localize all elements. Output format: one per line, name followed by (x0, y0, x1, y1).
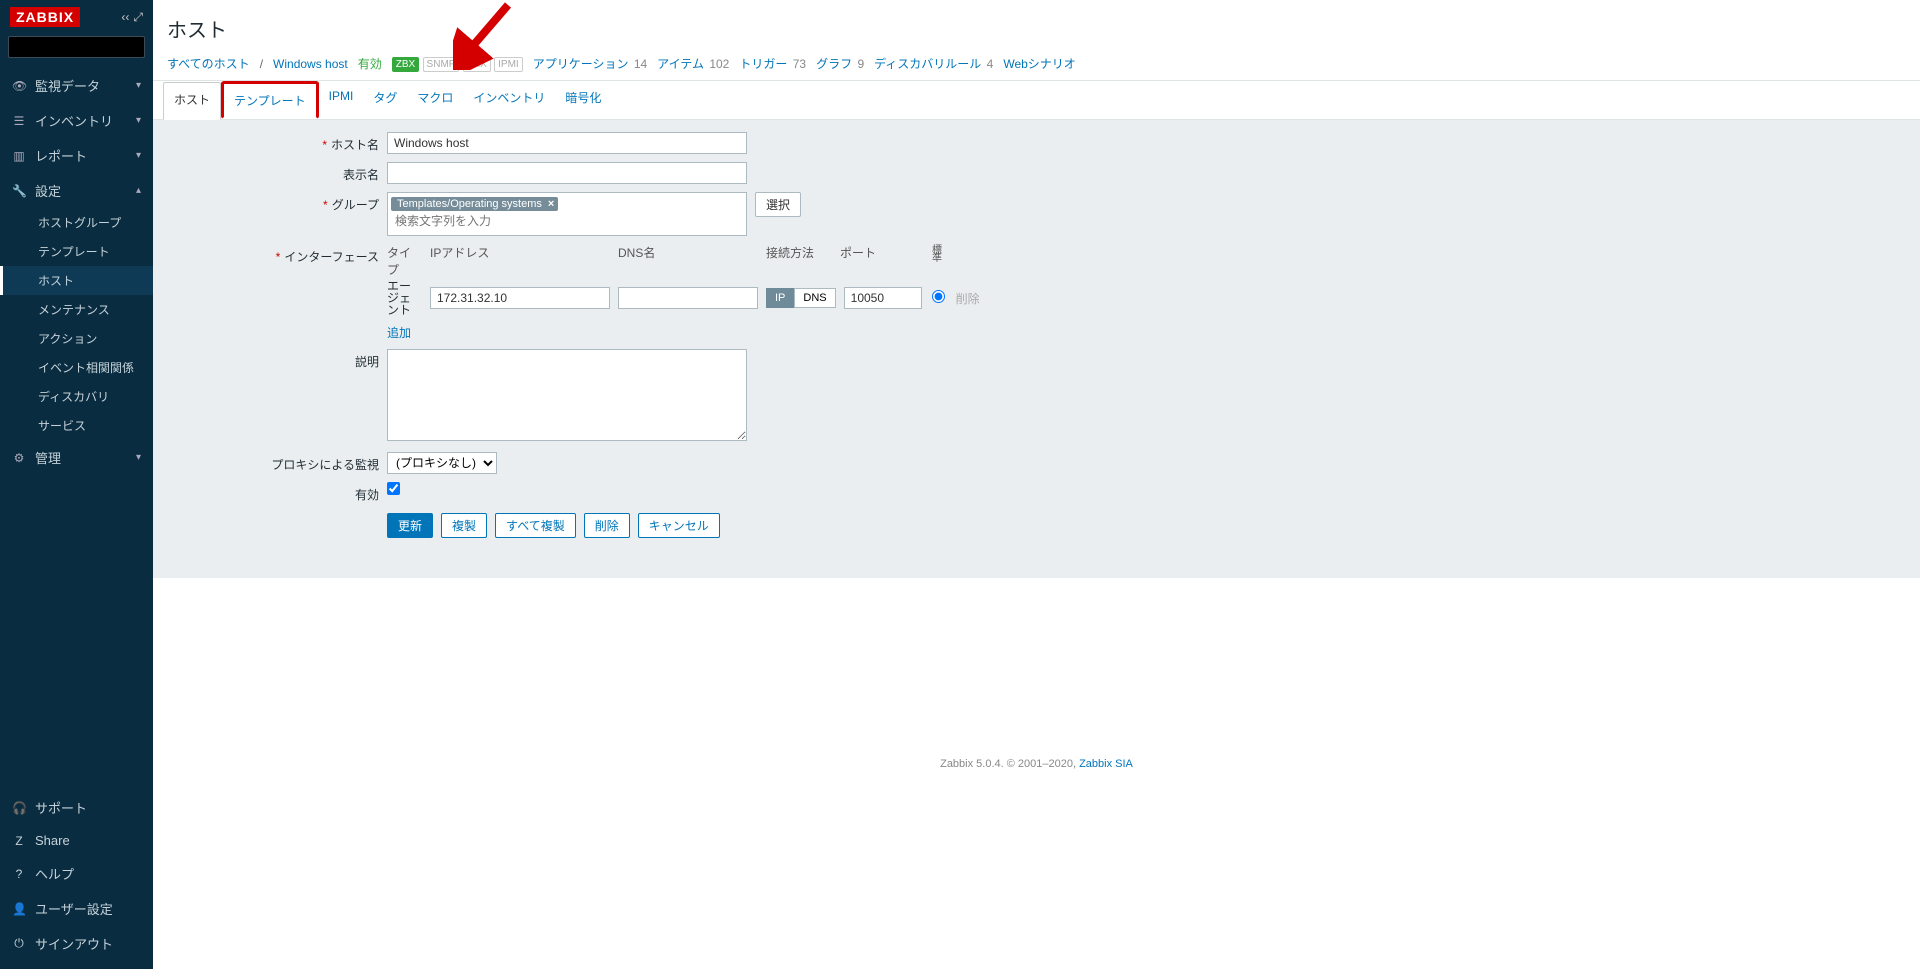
proxy-select[interactable]: (プロキシなし) (387, 452, 497, 474)
subnav-templates[interactable]: テンプレート (0, 237, 153, 266)
ifhead-conn: 接続方法 (766, 244, 832, 278)
conn-dns-button[interactable]: DNS (794, 288, 835, 308)
group-chip[interactable]: Templates/Operating systems× (391, 197, 558, 211)
eye-icon: 👁 (12, 79, 26, 93)
interface-add-link[interactable]: 追加 (387, 326, 411, 340)
tab-templates[interactable]: テンプレート (221, 81, 319, 119)
power-icon: ⏻ (12, 936, 26, 951)
tab-ipmi[interactable]: IPMI (319, 81, 364, 119)
collapse-icon[interactable]: ‹‹ (121, 10, 129, 25)
subnav-hosts[interactable]: ホスト (0, 266, 153, 295)
main-content: ホスト すべてのホスト / Windows host 有効 ZBX SNMP J… (153, 0, 1920, 969)
breadcrumb-bar: すべてのホスト / Windows host 有効 ZBX SNMP JMX I… (153, 51, 1920, 81)
ifhead-port: ポート (840, 244, 918, 278)
groups-multiselect[interactable]: Templates/Operating systems× (387, 192, 747, 236)
interface-agent-label: エージェント (387, 280, 422, 316)
hostname-label: ホスト名 (167, 132, 387, 153)
description-textarea[interactable] (387, 349, 747, 441)
nav-graphs[interactable]: グラフ (816, 57, 852, 71)
interface-row: エージェント IP DNS 削除 (387, 280, 980, 316)
subnav-discovery[interactable]: ディスカバリ (0, 382, 153, 411)
subnav-correlation[interactable]: イベント相関関係 (0, 353, 153, 382)
ifhead-default: 標準 (928, 244, 943, 260)
tab-macros[interactable]: マクロ (407, 81, 463, 119)
chart-icon: ▥ (12, 149, 26, 163)
enabled-checkbox[interactable] (387, 482, 400, 495)
user-icon: 👤 (12, 902, 26, 916)
ifhead-type: タイプ (387, 244, 422, 278)
status-enabled: 有効 (358, 55, 382, 72)
tab-encryption[interactable]: 暗号化 (555, 81, 611, 119)
groups-label: グループ (167, 192, 387, 213)
subnav-services[interactable]: サービス (0, 411, 153, 440)
headset-icon: 🎧 (12, 801, 26, 815)
footer-support[interactable]: 🎧サポート (0, 790, 153, 825)
subnav-maintenance[interactable]: メンテナンス (0, 295, 153, 324)
conn-ip-button[interactable]: IP (766, 288, 794, 308)
tabs: ホスト テンプレート IPMI タグ マクロ インベントリ 暗号化 (153, 81, 1920, 119)
share-icon: Z (12, 834, 26, 848)
update-button[interactable]: 更新 (387, 513, 433, 538)
nav-discovery-rules[interactable]: ディスカバリルール (874, 57, 981, 71)
interface-connect-seg[interactable]: IP DNS (766, 288, 836, 308)
footer-link[interactable]: Zabbix SIA (1079, 758, 1133, 770)
enabled-label: 有効 (167, 482, 387, 503)
chip-remove-icon[interactable]: × (548, 198, 554, 210)
footer-share[interactable]: ZShare (0, 825, 153, 856)
groups-select-button[interactable]: 選択 (755, 192, 801, 217)
sidebar: ZABBIX ‹‹ ⤢ 🔍 👁監視データ▾ ☰インベントリ▾ ▥レポート▾ 🔧設… (0, 0, 153, 969)
badge-jmx: JMX (463, 57, 491, 72)
gear-icon: ⚙ (12, 451, 26, 465)
page-footer: Zabbix 5.0.4. © 2001–2020, Zabbix SIA (153, 578, 1920, 780)
badge-zbx: ZBX (392, 57, 419, 72)
nav-inventory[interactable]: ☰インベントリ▾ (0, 103, 153, 138)
list-icon: ☰ (12, 114, 26, 128)
hostname-input[interactable] (387, 132, 747, 154)
crumb-current-host[interactable]: Windows host (273, 57, 348, 71)
interface-delete-link: 削除 (956, 290, 980, 307)
brand-logo[interactable]: ZABBIX (10, 7, 80, 27)
subnav-hostgroups[interactable]: ホストグループ (0, 208, 153, 237)
clone-button[interactable]: 複製 (441, 513, 487, 538)
footer-profile[interactable]: 👤ユーザー設定 (0, 891, 153, 926)
visiblename-input[interactable] (387, 162, 747, 184)
interface-port-input[interactable] (844, 287, 922, 309)
footer-help[interactable]: ?ヘルプ (0, 856, 153, 891)
visiblename-label: 表示名 (167, 162, 387, 183)
interfaces-label: インターフェース (167, 244, 387, 265)
interface-default-radio[interactable] (932, 290, 945, 303)
nav-configuration[interactable]: 🔧設定▴ (0, 173, 153, 208)
fullscreen-icon[interactable]: ⤢ (133, 10, 143, 25)
help-icon: ? (12, 867, 26, 881)
wrench-icon: 🔧 (12, 184, 26, 198)
tab-inventory[interactable]: インベントリ (463, 81, 555, 119)
nav-web-scenarios[interactable]: Webシナリオ (1003, 57, 1075, 71)
nav-reports[interactable]: ▥レポート▾ (0, 138, 153, 173)
badge-snmp: SNMP (423, 57, 460, 72)
nav-monitoring[interactable]: 👁監視データ▾ (0, 68, 153, 103)
nav-triggers[interactable]: トリガー (739, 57, 787, 71)
groups-search-input[interactable] (391, 211, 591, 231)
delete-button[interactable]: 削除 (584, 513, 630, 538)
cancel-button[interactable]: キャンセル (638, 513, 720, 538)
interface-dns-input[interactable] (618, 287, 758, 309)
nav-items[interactable]: アイテム (657, 57, 704, 71)
search-input[interactable] (9, 37, 176, 57)
badge-ipmi: IPMI (494, 57, 523, 72)
nav-applications[interactable]: アプリケーション (533, 57, 629, 71)
proxy-label: プロキシによる監視 (167, 452, 387, 473)
page-title: ホスト (153, 0, 1920, 51)
subnav-actions[interactable]: アクション (0, 324, 153, 353)
ifhead-ip: IPアドレス (430, 244, 610, 278)
ifhead-dns: DNS名 (618, 244, 758, 278)
fullclone-button[interactable]: すべて複製 (495, 513, 576, 538)
crumb-all-hosts[interactable]: すべてのホスト (167, 55, 250, 72)
interface-ip-input[interactable] (430, 287, 610, 309)
description-label: 説明 (167, 349, 387, 370)
nav-administration[interactable]: ⚙管理▾ (0, 440, 153, 475)
footer-logout[interactable]: ⏻サインアウト (0, 926, 153, 961)
tab-host[interactable]: ホスト (163, 82, 221, 120)
tab-tags[interactable]: タグ (363, 81, 407, 119)
